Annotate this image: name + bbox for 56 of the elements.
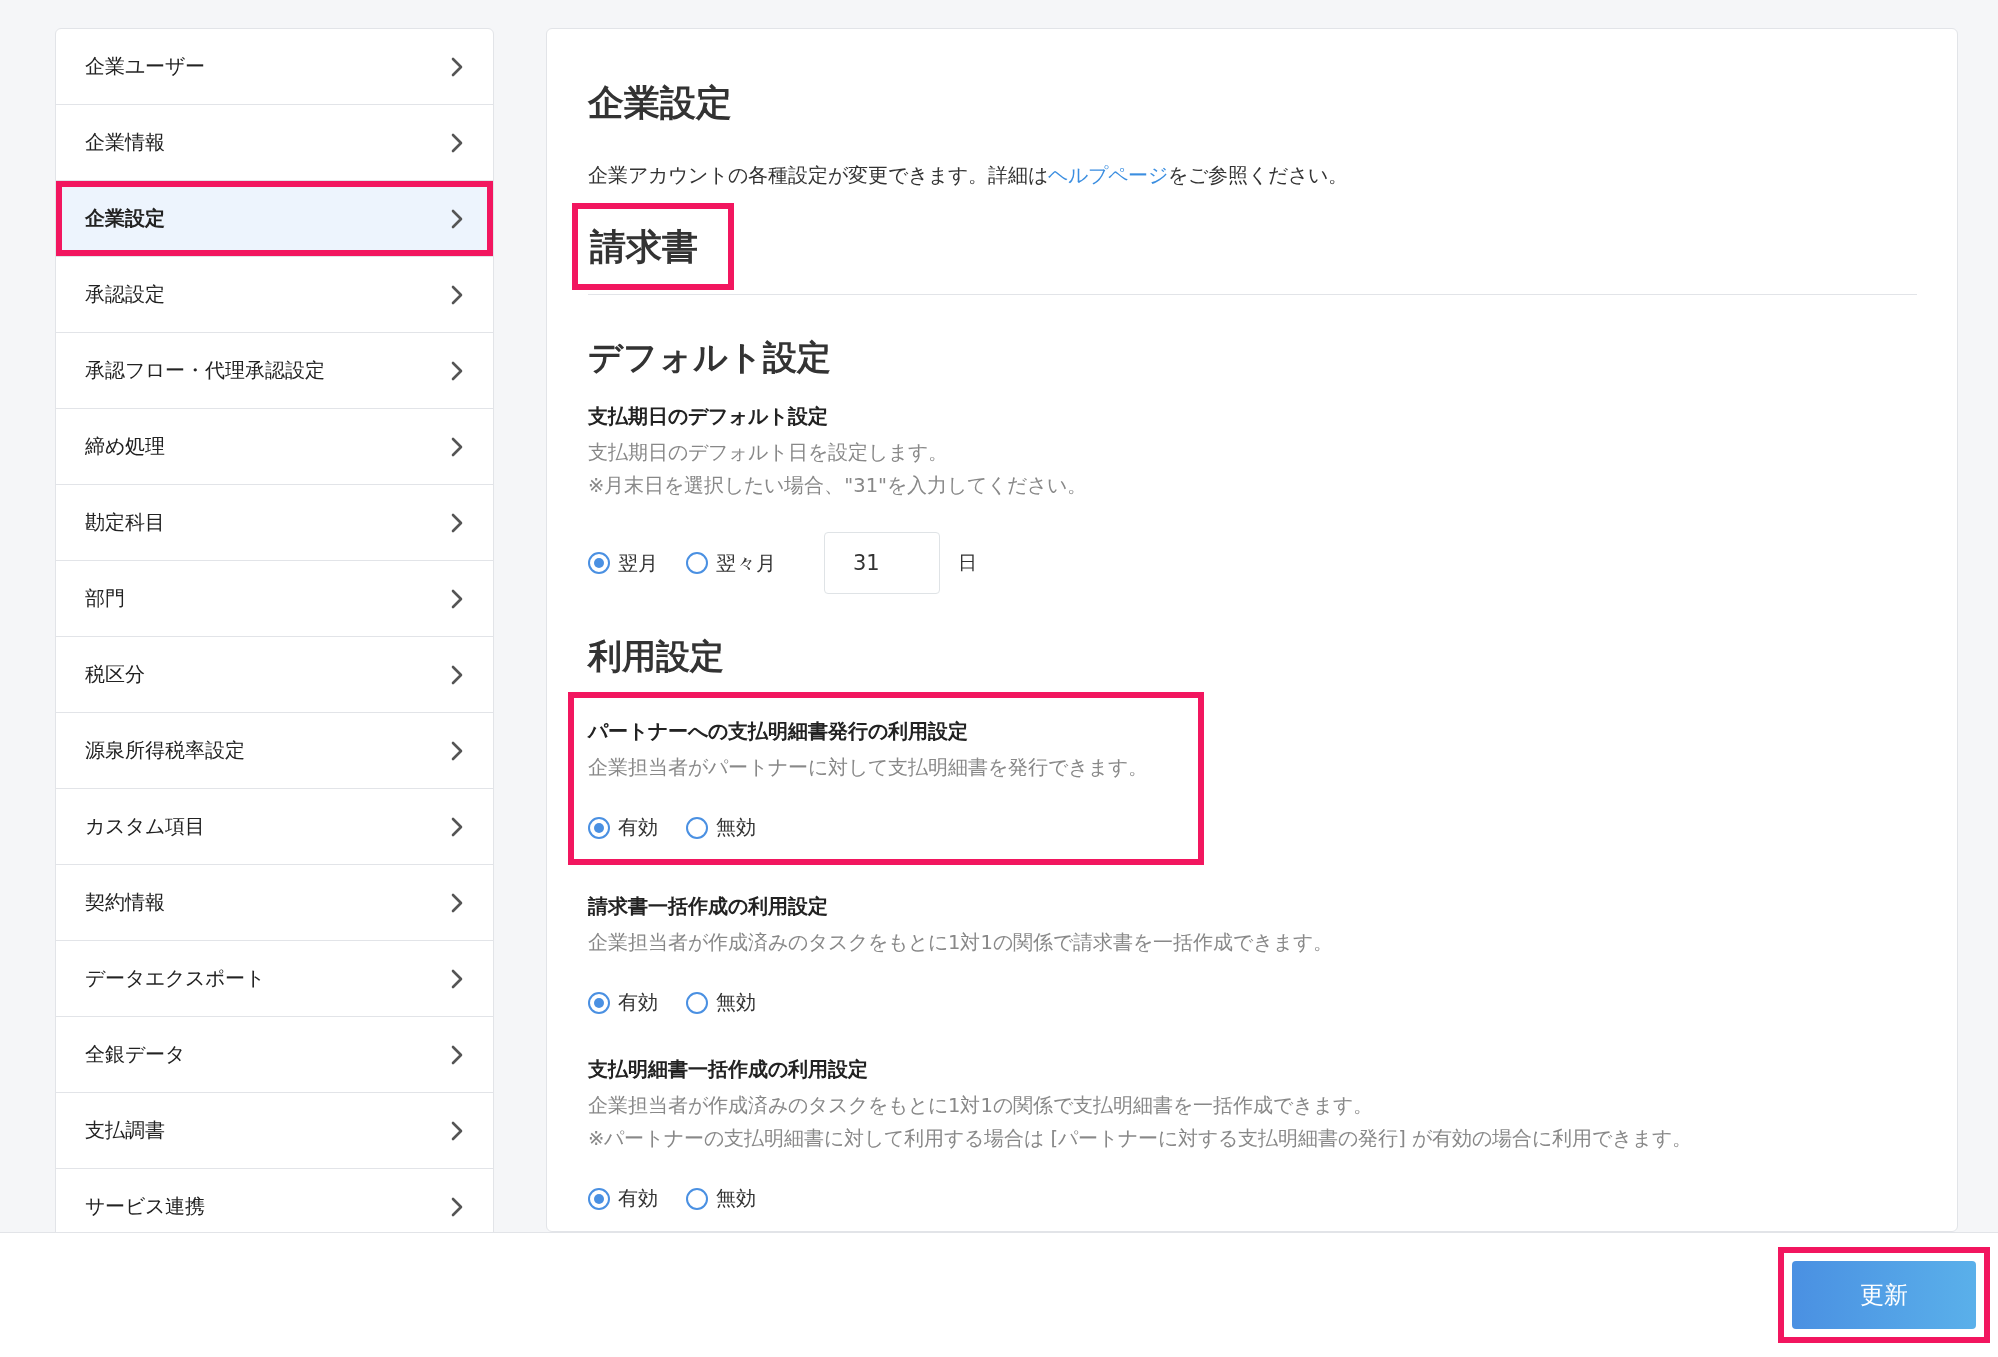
section-title: 請求書 bbox=[572, 203, 734, 290]
sidebar-item[interactable]: 契約情報 bbox=[56, 865, 493, 941]
sidebar-item[interactable]: 締め処理 bbox=[56, 409, 493, 485]
sidebar-item[interactable]: 全銀データ bbox=[56, 1017, 493, 1093]
radio-option[interactable]: 無効 bbox=[686, 814, 756, 841]
radio-option[interactable]: 翌々月 bbox=[686, 549, 776, 577]
day-input[interactable]: 31 bbox=[824, 532, 940, 594]
chevron-right-icon bbox=[451, 1120, 463, 1141]
setting-label: 支払期日のデフォルト設定 bbox=[588, 403, 829, 430]
chevron-right-icon bbox=[451, 208, 463, 229]
sidebar-item[interactable]: 支払調書 bbox=[56, 1093, 493, 1169]
sidebar-item[interactable]: カスタム項目 bbox=[56, 789, 493, 865]
sidebar-item[interactable]: 税区分 bbox=[56, 637, 493, 713]
chevron-right-icon bbox=[451, 284, 463, 305]
unit-label: 日 bbox=[958, 550, 977, 575]
group-title: デフォルト設定 bbox=[588, 336, 832, 379]
sidebar-item[interactable]: 部門 bbox=[56, 561, 493, 637]
radio-option[interactable]: 無効 bbox=[686, 1185, 756, 1212]
setting-note: ※パートナーの支払明細書に対して利用する場合は [パートナーに対する支払明細書の発行] が有効の場合に利用できます。 bbox=[588, 1126, 1693, 1152]
chevron-right-icon bbox=[451, 968, 463, 989]
chevron-right-icon bbox=[451, 740, 463, 761]
sidebar-item[interactable]: データエクスポート bbox=[56, 941, 493, 1017]
chevron-right-icon bbox=[451, 512, 463, 533]
setting-label: 支払明細書一括作成の利用設定 bbox=[588, 1056, 869, 1083]
page-title: 企業設定 bbox=[588, 81, 733, 125]
sidebar-item[interactable]: 源泉所得税率設定 bbox=[56, 713, 493, 789]
setting-label: 請求書一括作成の利用設定 bbox=[588, 893, 829, 920]
sidebar-item[interactable]: 企業ユーザー bbox=[56, 29, 493, 105]
chevron-right-icon bbox=[451, 56, 463, 77]
setting-note: 企業担当者が作成済みのタスクをもとに1対1の関係で支払明細書を一括作成できます。 bbox=[588, 1093, 1374, 1119]
page-description: 企業アカウントの各種設定が変更できます。詳細はヘルプページをご参照ください。 bbox=[588, 162, 1349, 189]
setting-note: 企業担当者が作成済みのタスクをもとに1対1の関係で請求書を一括作成できます。 bbox=[588, 930, 1334, 956]
chevron-right-icon bbox=[451, 816, 463, 837]
chevron-right-icon bbox=[451, 1196, 463, 1217]
setting-note: 企業担当者がパートナーに対して支払明細書を発行できます。 bbox=[588, 755, 1148, 781]
chevron-right-icon bbox=[451, 892, 463, 913]
sidebar-item[interactable]: 承認設定 bbox=[56, 257, 493, 333]
radio-option[interactable]: 翌月 bbox=[588, 549, 658, 577]
radio-option[interactable]: 有効 bbox=[588, 989, 658, 1016]
chevron-right-icon bbox=[451, 360, 463, 381]
chevron-right-icon bbox=[451, 436, 463, 457]
setting-label: パートナーへの支払明細書発行の利用設定 bbox=[588, 718, 969, 745]
chevron-right-icon bbox=[451, 132, 463, 153]
chevron-right-icon bbox=[451, 1044, 463, 1065]
radio-option[interactable]: 無効 bbox=[686, 989, 756, 1016]
sidebar-item[interactable]: 承認フロー・代理承認設定 bbox=[56, 333, 493, 409]
radio-option[interactable]: 有効 bbox=[588, 814, 658, 841]
sidebar-item[interactable]: 勘定科目 bbox=[56, 485, 493, 561]
chevron-right-icon bbox=[451, 588, 463, 609]
chevron-right-icon bbox=[451, 664, 463, 685]
radio-option[interactable]: 有効 bbox=[588, 1185, 658, 1212]
sidebar-item[interactable]: 企業設定 bbox=[56, 181, 493, 257]
help-link[interactable]: ヘルプページ bbox=[1048, 163, 1168, 187]
group-title: 利用設定 bbox=[588, 635, 725, 678]
setting-note: ※月末日を選択したい場合、"31"を入力してください。 bbox=[588, 473, 1089, 499]
setting-note: 支払期日のデフォルト日を設定します。 bbox=[588, 440, 949, 466]
